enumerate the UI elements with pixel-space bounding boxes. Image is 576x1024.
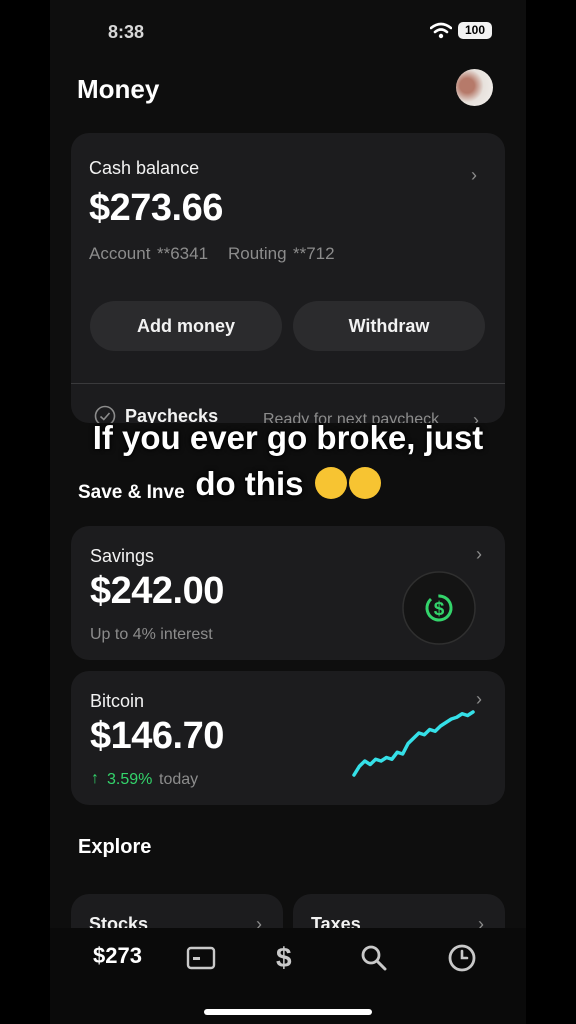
caption-line-1: If you ever go broke, just <box>92 419 484 456</box>
cash-balance-amount: $273.66 <box>89 187 223 229</box>
overlay-caption: If you ever go broke, just do this <box>0 415 576 507</box>
status-time: 8:38 <box>108 22 145 42</box>
wifi-icon <box>429 22 453 44</box>
avatar[interactable] <box>456 69 493 106</box>
battery-indicator: 100 <box>458 22 492 39</box>
clock-icon[interactable] <box>447 943 477 978</box>
page-title: Money <box>77 74 160 104</box>
account-number: **6341 <box>157 244 209 263</box>
withdraw-button[interactable]: Withdraw <box>293 301 485 351</box>
bitcoin-sparkline <box>352 710 475 777</box>
status-bar: 8:38 100 <box>50 18 526 46</box>
savings-label: Savings <box>90 546 155 566</box>
tab-bar: $273 $ <box>50 928 526 1024</box>
bitcoin-change: 3.59% <box>107 771 153 788</box>
routing-number: **712 <box>293 244 335 263</box>
explore-heading: Explore <box>78 836 152 858</box>
bitcoin-label: Bitcoin <box>90 691 145 711</box>
app-screen: 8:38 100 Money Cash balance › $273.66 Ac… <box>50 0 526 1024</box>
home-indicator <box>204 1009 372 1015</box>
crying-emoji-icon <box>314 467 347 499</box>
rofl-emoji-icon <box>348 467 381 499</box>
savings-amount: $242.00 <box>90 570 224 612</box>
bitcoin-period: today <box>159 771 199 788</box>
account-label: Account <box>89 244 151 263</box>
bitcoin-amount: $146.70 <box>90 715 224 757</box>
caption-line-2-text: do this <box>195 465 304 502</box>
chevron-right-icon: › <box>471 165 477 185</box>
chevron-right-icon: › <box>476 544 482 564</box>
routing-label: Routing <box>228 244 287 263</box>
cash-balance-card[interactable]: Cash balance › $273.66 Account **6341 Ro… <box>71 133 505 423</box>
arrow-up-icon: ↑ <box>91 770 99 787</box>
svg-text:$: $ <box>434 599 445 620</box>
dollar-icon[interactable]: $ <box>276 942 292 974</box>
cash-balance-label: Cash balance <box>89 158 200 178</box>
caption-line-2: do this <box>0 461 576 507</box>
bitcoin-card[interactable]: Bitcoin › $146.70 ↑ 3.59% today <box>71 671 505 805</box>
tab-balance[interactable]: $273 <box>93 943 142 969</box>
savings-subtitle: Up to 4% interest <box>90 626 213 643</box>
divider <box>71 383 505 384</box>
chevron-right-icon: › <box>476 689 482 709</box>
dollar-circle-icon: $ <box>402 571 476 650</box>
sparkline-path <box>352 710 475 777</box>
search-icon[interactable] <box>360 944 388 977</box>
add-money-button[interactable]: Add money <box>90 301 282 351</box>
savings-card[interactable]: Savings › $242.00 Up to 4% interest $ <box>71 526 505 660</box>
card-icon[interactable] <box>186 945 216 976</box>
